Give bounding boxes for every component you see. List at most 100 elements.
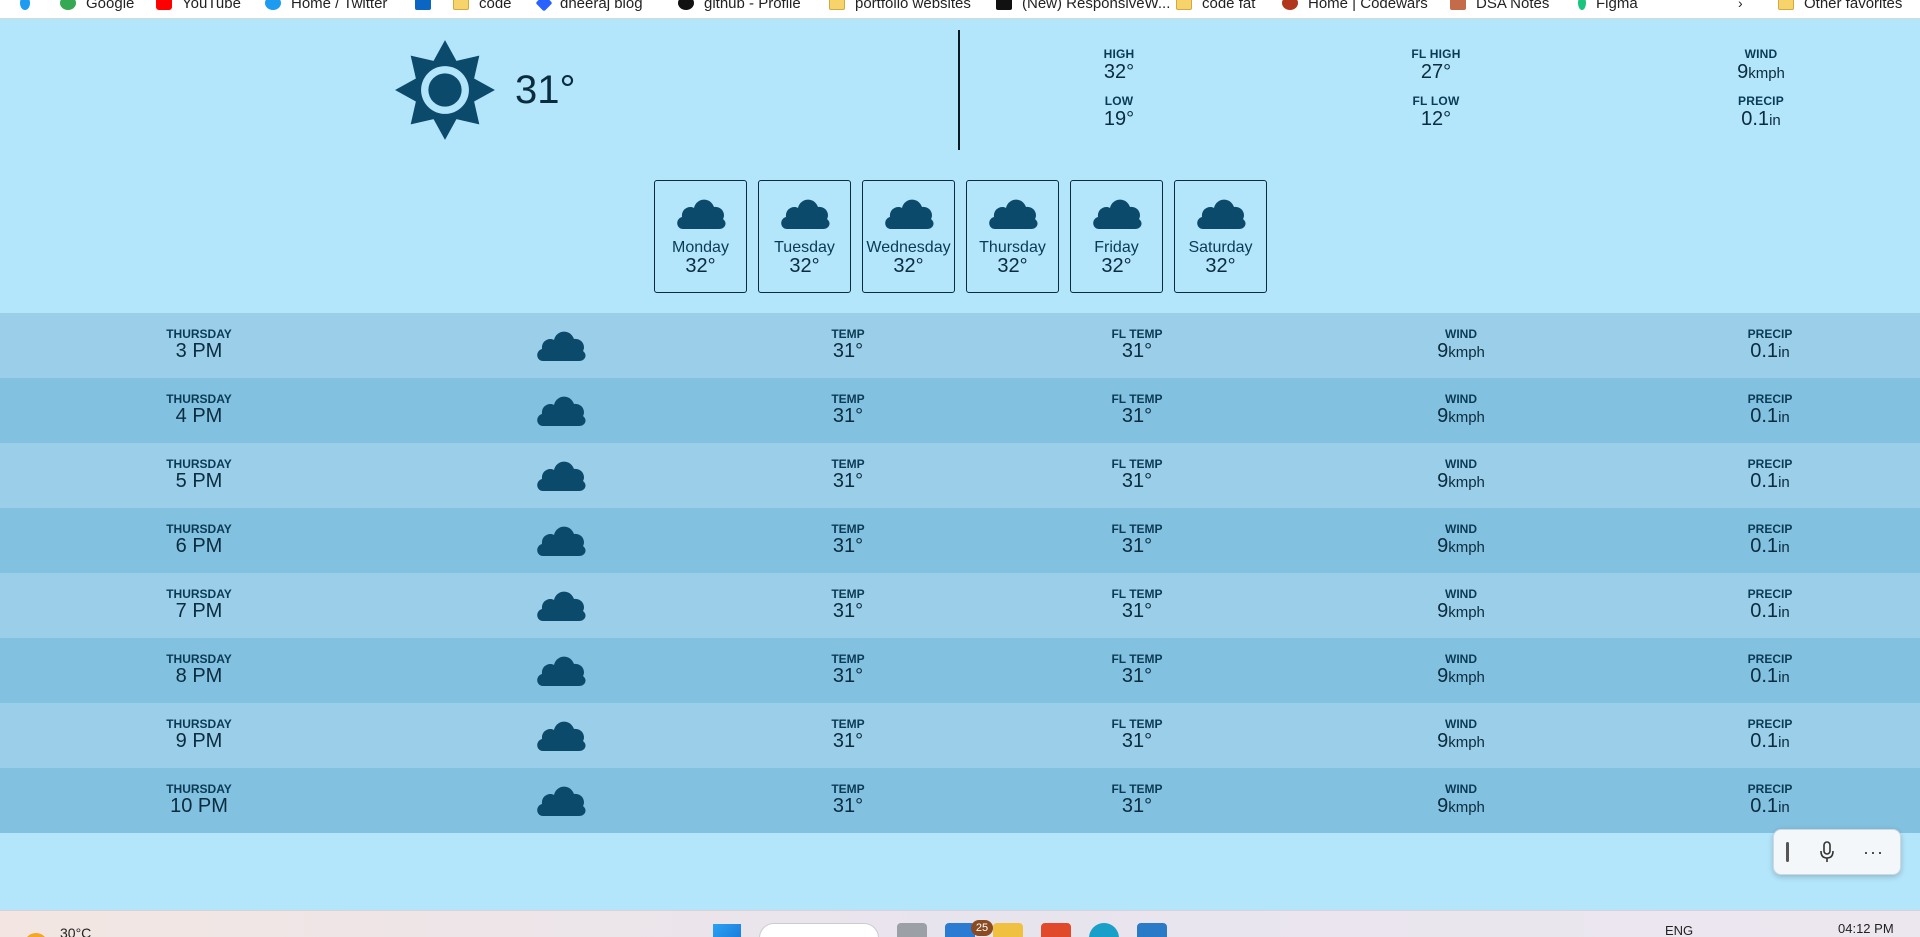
task-view-icon[interactable] bbox=[897, 923, 927, 937]
hour-temp: TEMP 31° bbox=[831, 587, 865, 622]
sun-icon bbox=[395, 40, 495, 140]
hour-precip: PRECIP 0.1in bbox=[1747, 652, 1793, 687]
hour-time: THURSDAY 9 PM bbox=[166, 717, 232, 752]
hour-row: THURSDAY 8 PM TEMP 31° FL TEMP 31° WIND … bbox=[0, 638, 1920, 703]
hour-wind: WIND 9kmph bbox=[1437, 587, 1485, 622]
responsive-icon bbox=[996, 0, 1012, 10]
cloud-icon bbox=[537, 331, 586, 361]
folder-icon bbox=[1176, 0, 1192, 10]
youtube-icon bbox=[156, 0, 172, 10]
edge-icon[interactable] bbox=[1089, 923, 1119, 937]
cloud-icon bbox=[780, 199, 830, 229]
language-indicator[interactable]: ENG bbox=[1665, 923, 1693, 937]
stat-precip: PRECIP 0.1in bbox=[1738, 94, 1784, 130]
microphone-icon[interactable] bbox=[1819, 841, 1835, 863]
taskbar: 30°C 25 ENG 04:12 PM bbox=[0, 910, 1920, 937]
bookmark-figma[interactable]: Figma bbox=[1578, 0, 1638, 14]
bookmark-dsa-notes[interactable]: DSA Notes bbox=[1450, 0, 1549, 14]
windows-start-icon[interactable] bbox=[713, 924, 741, 937]
more-options-icon[interactable]: ··· bbox=[1863, 842, 1884, 863]
folder-icon bbox=[1778, 0, 1794, 10]
folder-icon bbox=[453, 0, 469, 10]
hour-temp: TEMP 31° bbox=[831, 457, 865, 492]
hour-time: THURSDAY 10 PM bbox=[166, 782, 232, 817]
hour-temp: TEMP 31° bbox=[831, 392, 865, 427]
hour-row: THURSDAY 7 PM TEMP 31° FL TEMP 31° WIND … bbox=[0, 573, 1920, 638]
hour-precip: PRECIP 0.1in bbox=[1747, 327, 1793, 362]
hour-fl-temp: FL TEMP 31° bbox=[1111, 587, 1163, 622]
cloud-icon bbox=[537, 786, 586, 816]
cloud-icon bbox=[537, 591, 586, 621]
stat-high: HIGH 32° bbox=[1103, 47, 1135, 83]
hour-row: THURSDAY 6 PM TEMP 31° FL TEMP 31° WIND … bbox=[0, 508, 1920, 573]
github-icon bbox=[678, 0, 694, 10]
hour-row: THURSDAY 9 PM TEMP 31° FL TEMP 31° WIND … bbox=[0, 703, 1920, 768]
taskbar-search[interactable] bbox=[759, 923, 879, 937]
hour-wind: WIND 9kmph bbox=[1437, 327, 1485, 362]
hour-fl-temp: FL TEMP 31° bbox=[1111, 717, 1163, 752]
chevron-right-icon[interactable]: › bbox=[1738, 0, 1743, 14]
day-card-wednesday[interactable]: Wednesday 32° bbox=[862, 180, 955, 293]
bookmark-code-fat[interactable]: code fat bbox=[1176, 0, 1255, 14]
hour-precip: PRECIP 0.1in bbox=[1747, 392, 1793, 427]
day-card-friday[interactable]: Friday 32° bbox=[1070, 180, 1163, 293]
current-weather: 31° bbox=[393, 38, 576, 142]
stat-wind: WIND 9kmph bbox=[1737, 47, 1785, 83]
daily-forecast: Monday 32° Tuesday 32° Wednesday 32° Thu… bbox=[654, 180, 1267, 293]
hour-precip: PRECIP 0.1in bbox=[1747, 522, 1793, 557]
figma-icon bbox=[1578, 0, 1586, 10]
cloud-icon bbox=[988, 199, 1038, 229]
search-icon[interactable] bbox=[20, 0, 40, 14]
hour-temp: TEMP 31° bbox=[831, 522, 865, 557]
day-card-tuesday[interactable]: Tuesday 32° bbox=[758, 180, 851, 293]
gmail-icon[interactable] bbox=[1041, 923, 1071, 937]
day-card-thursday[interactable]: Thursday 32° bbox=[966, 180, 1059, 293]
cloud-icon bbox=[884, 199, 934, 229]
linkedin-icon bbox=[415, 0, 431, 10]
hour-fl-temp: FL TEMP 31° bbox=[1111, 327, 1163, 362]
hour-time: THURSDAY 3 PM bbox=[166, 327, 232, 362]
file-explorer-icon[interactable] bbox=[993, 923, 1023, 937]
bookmark-code[interactable]: code bbox=[453, 0, 512, 14]
bookmark-linkedin[interactable] bbox=[415, 0, 441, 14]
twitter-icon bbox=[265, 0, 281, 10]
cloud-icon bbox=[537, 461, 586, 491]
drag-handle[interactable] bbox=[1786, 842, 1789, 862]
cloud-icon bbox=[676, 199, 726, 229]
hour-precip: PRECIP 0.1in bbox=[1747, 457, 1793, 492]
hour-time: THURSDAY 6 PM bbox=[166, 522, 232, 557]
stat-fl-high: FL HIGH 27° bbox=[1411, 47, 1461, 83]
bookmark-other-favorites[interactable]: Other favorites bbox=[1778, 0, 1902, 14]
hour-precip: PRECIP 0.1in bbox=[1747, 587, 1793, 622]
bookmark-github[interactable]: github - Profile bbox=[678, 0, 801, 14]
day-card-monday[interactable]: Monday 32° bbox=[654, 180, 747, 293]
hour-wind: WIND 9kmph bbox=[1437, 717, 1485, 752]
bookmark-portfolio-websites[interactable]: portfolio websites bbox=[829, 0, 971, 14]
hour-fl-temp: FL TEMP 31° bbox=[1111, 782, 1163, 817]
vscode-icon[interactable] bbox=[1137, 923, 1167, 937]
bookmark-responsive[interactable]: (New) ResponsiveW... bbox=[996, 0, 1170, 14]
hour-row: THURSDAY 3 PM TEMP 31° FL TEMP 31° WIND … bbox=[0, 313, 1920, 378]
hour-wind: WIND 9kmph bbox=[1437, 652, 1485, 687]
hourly-forecast: THURSDAY 3 PM TEMP 31° FL TEMP 31° WIND … bbox=[0, 313, 1920, 833]
hour-wind: WIND 9kmph bbox=[1437, 392, 1485, 427]
folder-icon bbox=[829, 0, 845, 10]
bookmark-codewars[interactable]: Home | Codewars bbox=[1282, 0, 1428, 14]
hour-wind: WIND 9kmph bbox=[1437, 457, 1485, 492]
bookmark-google[interactable]: Google bbox=[60, 0, 134, 14]
hour-wind: WIND 9kmph bbox=[1437, 522, 1485, 557]
stat-low: LOW 19° bbox=[1103, 94, 1135, 130]
bookmark-youtube[interactable]: YouTube bbox=[156, 0, 241, 14]
hashnode-icon bbox=[535, 0, 553, 12]
day-card-saturday[interactable]: Saturday 32° bbox=[1174, 180, 1267, 293]
bookmark-dheeraj-blog[interactable]: dheeraj blog bbox=[535, 0, 643, 14]
taskbar-weather[interactable]: 30°C bbox=[24, 921, 91, 937]
bookmark-twitter[interactable]: Home / Twitter bbox=[265, 0, 387, 14]
stat-fl-low: FL LOW 12° bbox=[1412, 94, 1460, 130]
hour-temp: TEMP 31° bbox=[831, 652, 865, 687]
hour-precip: PRECIP 0.1in bbox=[1747, 782, 1793, 817]
clock[interactable]: 04:12 PM bbox=[1838, 921, 1894, 936]
hour-temp: TEMP 31° bbox=[831, 327, 865, 362]
hour-temp: TEMP 31° bbox=[831, 782, 865, 817]
voice-typing-widget: ··· bbox=[1773, 829, 1901, 875]
